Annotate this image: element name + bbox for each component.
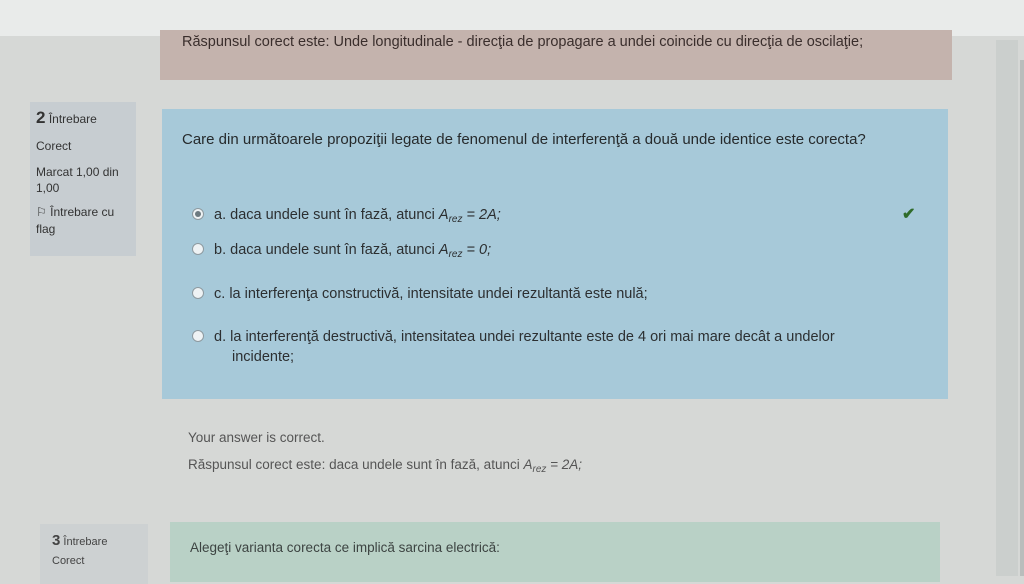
question-3-status: Corect [52,555,85,567]
previous-question-feedback: Răspunsul corect este: Unde longitudinal… [160,30,952,80]
question-2-info-panel: 2 Întrebare Corect Marcat 1,00 din 1,00 … [30,102,136,256]
question-2-number: 2 Întrebare [36,108,97,127]
feedback-correct-answer: Răspunsul corect este: daca undele sunt … [188,457,583,475]
feedback-result: Your answer is correct. [188,430,325,445]
answer-option-b-label: b. daca undele sunt în fază, atunci Arez… [214,242,492,260]
question-2-status: Corect [36,139,72,153]
answer-option-c[interactable]: c. la interferenţa constructivă, intensi… [192,284,648,304]
answer-option-a[interactable]: a. daca undele sunt în fază, atunci Arez… [192,205,501,230]
question-2-content: Care din următoarele propoziţii legate d… [162,109,948,399]
radio-option-c[interactable] [192,287,204,299]
question-3-text: Alegeţi varianta corecta ce implică sarc… [190,540,500,555]
page-scrollbar[interactable] [996,40,1018,576]
question-2-text: Care din următoarele propoziţii legate d… [182,131,866,148]
question-2-mark: Marcat 1,00 din 1,00 [36,165,119,195]
radio-option-d[interactable] [192,330,204,342]
question-2-feedback: Your answer is correct. Răspunsul corect… [172,414,938,496]
window-edge [1020,60,1024,576]
checkmark-icon: ✔ [902,206,916,223]
flag-icon: ⚐ [36,205,47,219]
flag-question-button[interactable]: ⚐ Întrebare cu flag [36,204,130,238]
question-3-info-panel: 3 Întrebare Corect [40,524,148,584]
flag-question-label: Întrebare cu flag [36,205,115,236]
answer-option-c-label: c. la interferenţa constructivă, intensi… [214,286,648,302]
question-3-number: 3 Întrebare [52,532,108,549]
answer-option-d-label: d. la interferenţă destructivă, intensit… [214,329,835,365]
question-3-content: Alegeţi varianta corecta ce implică sarc… [170,522,940,582]
radio-option-a[interactable] [192,208,204,220]
previous-correct-answer-text: Răspunsul corect este: Unde longitudinal… [182,34,864,50]
answer-option-a-label: a. daca undele sunt în fază, atunci Arez… [214,207,501,225]
answer-option-d[interactable]: d. la interferenţă destructivă, intensit… [192,327,835,367]
radio-option-b[interactable] [192,243,204,255]
answer-option-b[interactable]: b. daca undele sunt în fază, atunci Arez… [192,240,491,265]
